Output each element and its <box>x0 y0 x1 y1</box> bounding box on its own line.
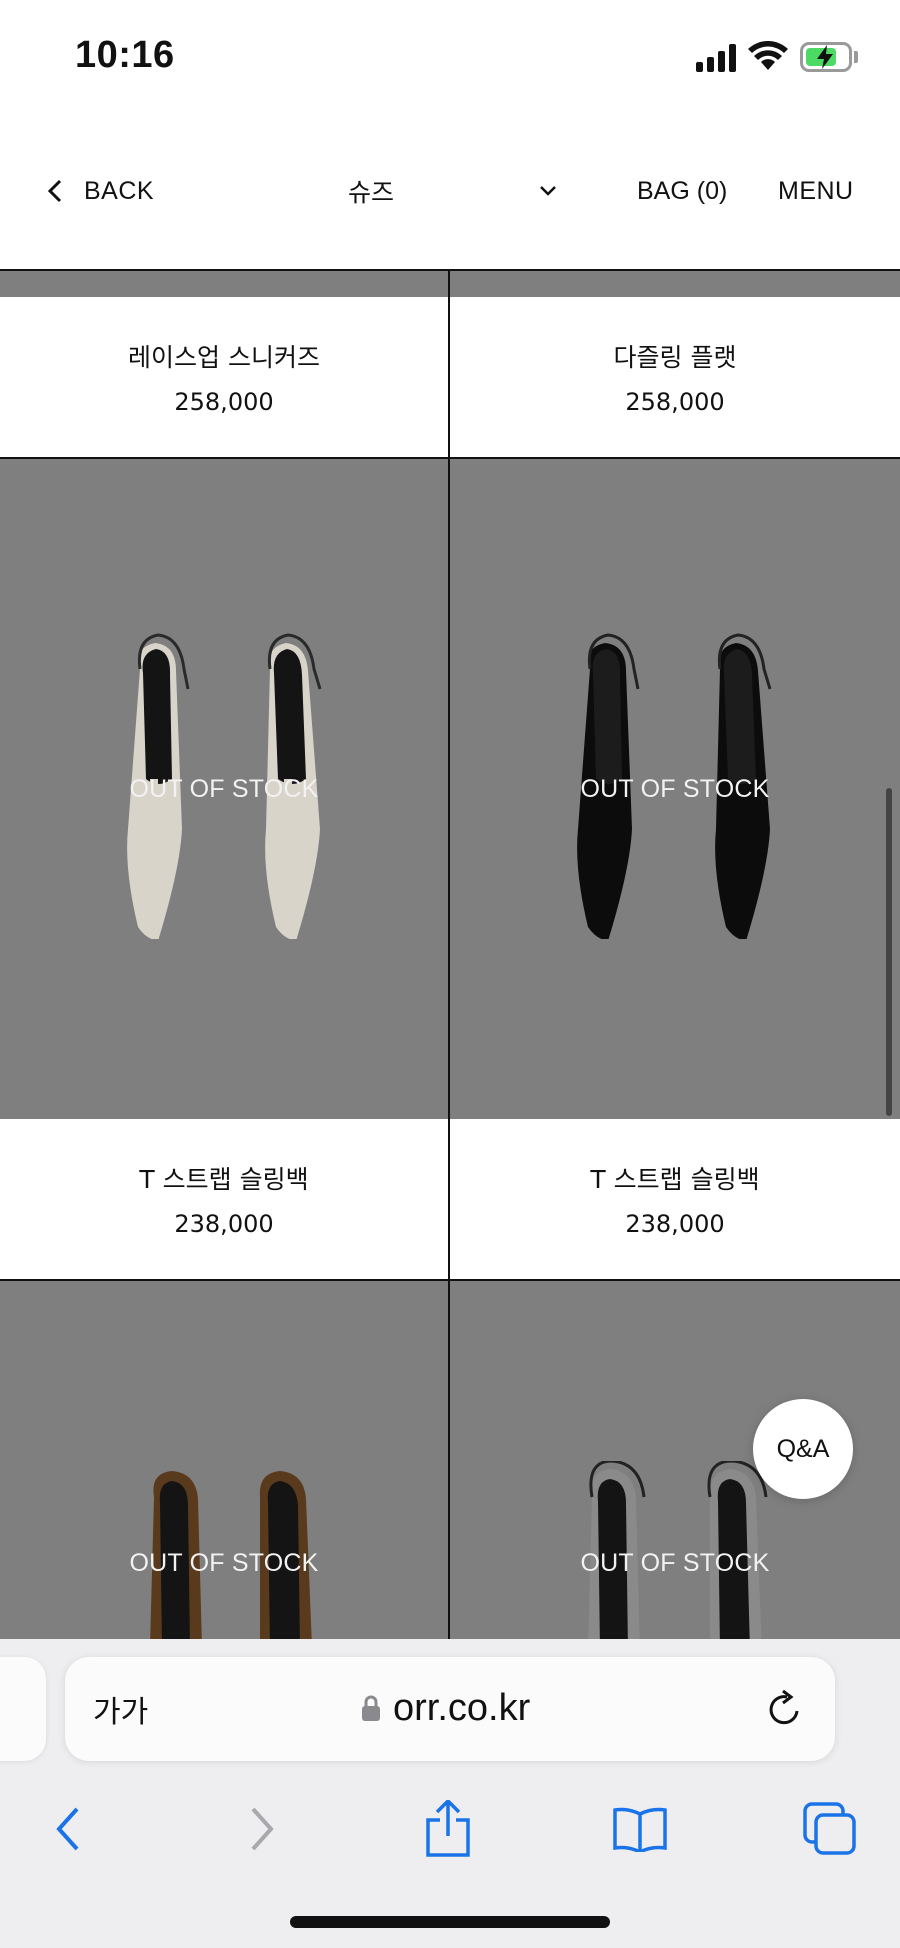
out-of-stock-label: OUT OF STOCK <box>129 1549 319 1577</box>
back-label: BACK <box>84 176 155 205</box>
category-label: 슈즈 <box>348 178 395 207</box>
url-text: orr.co.kr <box>393 1686 531 1729</box>
product-image[interactable]: OUT OF STOCK <box>0 459 448 1119</box>
chevron-right-icon <box>251 1807 274 1851</box>
product-info[interactable]: T 스트랩 슬링백 238,000 <box>0 1119 448 1279</box>
back-nav-button[interactable] <box>38 1799 98 1859</box>
column-divider <box>448 271 450 1639</box>
tabs-button[interactable] <box>800 1799 860 1859</box>
product-info[interactable]: 레이스업 스니커즈 258,000 <box>0 297 448 457</box>
share-button[interactable] <box>418 1799 478 1859</box>
product-price: 238,000 <box>174 1210 274 1238</box>
battery-icon <box>800 42 852 72</box>
product-price: 238,000 <box>625 1210 725 1238</box>
product-price: 258,000 <box>174 388 274 416</box>
scrollbar[interactable] <box>886 788 892 1116</box>
bookmarks-button[interactable] <box>610 1799 670 1859</box>
text-size-button[interactable]: 가가 <box>93 1687 148 1731</box>
out-of-stock-label: OUT OF STOCK <box>580 775 770 803</box>
url-display[interactable]: orr.co.kr <box>361 1683 530 1733</box>
product-name: T 스트랩 슬링백 <box>590 1165 760 1194</box>
product-info[interactable]: 다즐링 플랫 258,000 <box>450 297 900 457</box>
menu-link[interactable]: MENU <box>778 171 854 211</box>
cellular-signal-icon <box>696 44 738 72</box>
status-bar: 10:16 <box>0 0 900 115</box>
product-name: 레이스업 스니커즈 <box>128 343 320 372</box>
address-bar[interactable]: 가가 orr.co.kr <box>65 1657 835 1761</box>
tabs-icon <box>803 1802 856 1855</box>
product-price: 258,000 <box>625 388 725 416</box>
site-header: BACK 슈즈 BAG (0) MENU <box>0 115 900 271</box>
forward-nav-button[interactable] <box>232 1799 292 1859</box>
out-of-stock-label: OUT OF STOCK <box>129 775 319 803</box>
wifi-icon <box>748 41 788 70</box>
browser-toolbar <box>0 1799 900 1869</box>
chevron-left-icon <box>56 1807 79 1851</box>
previous-tab-preview[interactable] <box>0 1657 46 1761</box>
bag-link[interactable]: BAG (0) <box>637 171 727 211</box>
product-image[interactable]: OUT OF STOCK <box>0 1281 448 1639</box>
product-image[interactable] <box>0 271 448 297</box>
product-image[interactable]: OUT OF STOCK <box>450 459 900 1119</box>
browser-bottom-bar: 가가 orr.co.kr <box>0 1639 900 1948</box>
product-info[interactable]: T 스트랩 슬링백 238,000 <box>450 1119 900 1279</box>
book-icon <box>613 1807 667 1852</box>
product-image[interactable] <box>450 271 900 297</box>
battery-cap <box>854 51 858 63</box>
reload-icon[interactable] <box>765 1689 805 1729</box>
category-select[interactable]: 슈즈 <box>330 171 558 211</box>
status-time: 10:16 <box>75 34 175 76</box>
product-name: 다즐링 플랫 <box>613 343 737 372</box>
share-icon <box>426 1800 470 1857</box>
qa-button[interactable]: Q&A <box>753 1399 853 1499</box>
back-button[interactable]: BACK <box>46 171 154 211</box>
chevron-left-icon <box>47 179 62 203</box>
out-of-stock-label: OUT OF STOCK <box>580 1549 770 1577</box>
chevron-down-icon <box>540 186 556 196</box>
lock-icon <box>362 1695 380 1721</box>
product-name: T 스트랩 슬링백 <box>139 1165 309 1194</box>
home-indicator[interactable] <box>290 1916 610 1928</box>
